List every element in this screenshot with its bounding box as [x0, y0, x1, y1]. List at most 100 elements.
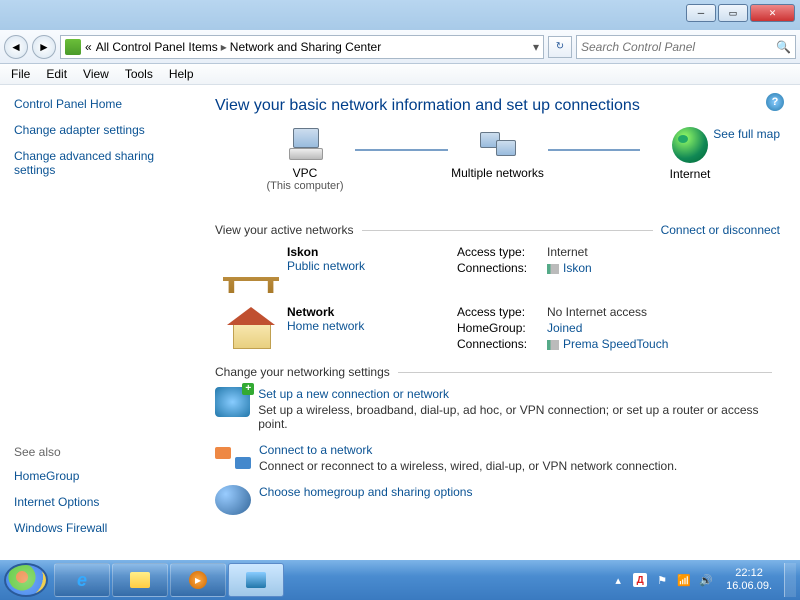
setting-link[interactable]: Set up a new connection or network — [258, 387, 780, 401]
sidebar-windows-firewall[interactable]: Windows Firewall — [14, 521, 191, 535]
menu-edit[interactable]: Edit — [38, 65, 75, 83]
search-box[interactable]: 🔍 — [576, 35, 796, 59]
sidebar-homegroup[interactable]: HomeGroup — [14, 469, 191, 483]
network-block-home: Network Home network Access type:No Inte… — [215, 305, 780, 353]
maximize-button[interactable]: ▭ — [718, 4, 748, 22]
taskbar-wmp[interactable]: ▸ — [170, 563, 226, 597]
map-line — [355, 149, 448, 151]
control-panel-icon — [246, 572, 266, 588]
network-map: See full map VPC (This computer) Multipl… — [215, 127, 780, 217]
nav-toolbar: ◄ ► « All Control Panel Items ▸ Network … — [0, 30, 800, 64]
setup-new-connection[interactable]: Set up a new connection or network Set u… — [215, 387, 780, 431]
breadcrumb-item[interactable]: All Control Panel Items — [96, 40, 218, 54]
folder-icon — [130, 572, 150, 588]
refresh-button[interactable]: ↻ — [548, 36, 572, 58]
setting-desc: Set up a wireless, broadband, dial-up, a… — [258, 403, 780, 431]
settings-title: Change your networking settings — [215, 365, 390, 379]
search-input[interactable] — [581, 40, 776, 54]
taskbar-controlpanel[interactable] — [228, 563, 284, 597]
clock-date: 16.06.09. — [726, 580, 772, 593]
access-type-label: Access type: — [457, 305, 547, 319]
menu-tools[interactable]: Tools — [117, 65, 161, 83]
minimize-button[interactable]: ─ — [686, 4, 716, 22]
setting-link[interactable]: Choose homegroup and sharing options — [259, 485, 472, 499]
see-full-map-link[interactable]: See full map — [713, 127, 780, 141]
start-button[interactable] — [4, 563, 48, 597]
network-name: Iskon — [287, 245, 457, 259]
settings-header: Change your networking settings — [215, 365, 780, 379]
network-name: Network — [287, 305, 457, 319]
connection-link[interactable]: Prema SpeedTouch — [547, 337, 668, 351]
active-networks-header: View your active networks Connect or dis… — [215, 223, 780, 237]
taskbar: e ▸ ▴ Д ⚑ 📶 🔊 22:12 16.06.09. — [0, 560, 800, 600]
menu-help[interactable]: Help — [161, 65, 202, 83]
title-bar: ─ ▭ ✕ — [0, 0, 800, 30]
breadcrumb-prefix: « — [85, 40, 92, 54]
wmp-icon: ▸ — [189, 571, 207, 589]
system-tray: ▴ Д ⚑ 📶 🔊 22:12 16.06.09. — [610, 563, 796, 597]
sidebar-adapter-settings[interactable]: Change adapter settings — [14, 123, 191, 137]
ie-icon: e — [77, 570, 87, 591]
close-button[interactable]: ✕ — [750, 4, 795, 22]
connections-label: Connections: — [457, 337, 547, 351]
setting-desc: Connect or reconnect to a wireless, wire… — [259, 459, 677, 473]
map-internet-label: Internet — [630, 167, 750, 181]
address-dropdown-icon[interactable]: ▾ — [533, 40, 539, 54]
setting-link[interactable]: Connect to a network — [259, 443, 677, 457]
map-mid-label: Multiple networks — [438, 166, 558, 180]
taskbar-explorer[interactable] — [112, 563, 168, 597]
tray-show-hidden[interactable]: ▴ — [610, 572, 626, 588]
help-icon[interactable]: ? — [766, 93, 784, 111]
bench-icon — [223, 245, 279, 293]
map-node-pc[interactable]: VPC (This computer) — [245, 128, 365, 192]
connection-link[interactable]: Iskon — [547, 261, 592, 275]
sidebar-seealso-label: See also — [14, 445, 191, 459]
globe-icon — [672, 127, 708, 163]
forward-button[interactable]: ► — [32, 35, 56, 59]
house-icon — [223, 305, 279, 353]
map-node-networks[interactable]: Multiple networks — [438, 128, 558, 192]
tray-antivirus-icon[interactable]: Д — [632, 572, 648, 588]
computer-icon — [285, 128, 325, 162]
connections-label: Connections: — [457, 261, 547, 275]
signal-icon — [547, 340, 559, 350]
address-bar[interactable]: « All Control Panel Items ▸ Network and … — [60, 35, 544, 59]
active-networks-title: View your active networks — [215, 223, 354, 237]
multiple-networks-icon — [478, 128, 518, 162]
network-type-link[interactable]: Public network — [287, 259, 457, 273]
search-icon[interactable]: 🔍 — [776, 40, 791, 54]
new-connection-icon — [215, 387, 250, 417]
tray-flag-icon[interactable]: ⚑ — [654, 572, 670, 588]
network-block-iskon: Iskon Public network Access type:Interne… — [215, 245, 780, 293]
menu-bar: File Edit View Tools Help — [0, 64, 800, 85]
menu-view[interactable]: View — [75, 65, 117, 83]
tray-clock[interactable]: 22:12 16.06.09. — [726, 567, 772, 593]
homegroup-label: HomeGroup: — [457, 321, 547, 335]
breadcrumb-item[interactable]: Network and Sharing Center — [230, 40, 381, 54]
access-type-label: Access type: — [457, 245, 547, 259]
taskbar-ie[interactable]: e — [54, 563, 110, 597]
connect-network-icon — [215, 443, 251, 473]
breadcrumb-sep: ▸ — [221, 40, 227, 54]
signal-icon — [547, 264, 559, 274]
control-panel-icon — [65, 39, 81, 55]
show-desktop-button[interactable] — [784, 563, 796, 597]
map-line — [548, 149, 641, 151]
map-pc-label: VPC — [245, 166, 365, 180]
connect-to-network[interactable]: Connect to a network Connect or reconnec… — [215, 443, 780, 473]
tray-network-icon[interactable]: 📶 — [676, 572, 692, 588]
sidebar-advanced-sharing[interactable]: Change advanced sharing settings — [14, 149, 191, 177]
back-button[interactable]: ◄ — [4, 35, 28, 59]
clock-time: 22:12 — [726, 567, 772, 580]
menu-file[interactable]: File — [3, 65, 38, 83]
access-type-value: No Internet access — [547, 305, 647, 319]
homegroup-icon — [215, 485, 251, 515]
homegroup-options[interactable]: Choose homegroup and sharing options — [215, 485, 780, 515]
sidebar-internet-options[interactable]: Internet Options — [14, 495, 191, 509]
sidebar: Control Panel Home Change adapter settin… — [0, 85, 205, 560]
sidebar-cp-home[interactable]: Control Panel Home — [14, 97, 191, 111]
network-type-link[interactable]: Home network — [287, 319, 457, 333]
connect-disconnect-link[interactable]: Connect or disconnect — [661, 223, 780, 237]
homegroup-link[interactable]: Joined — [547, 321, 582, 335]
tray-volume-icon[interactable]: 🔊 — [698, 572, 714, 588]
